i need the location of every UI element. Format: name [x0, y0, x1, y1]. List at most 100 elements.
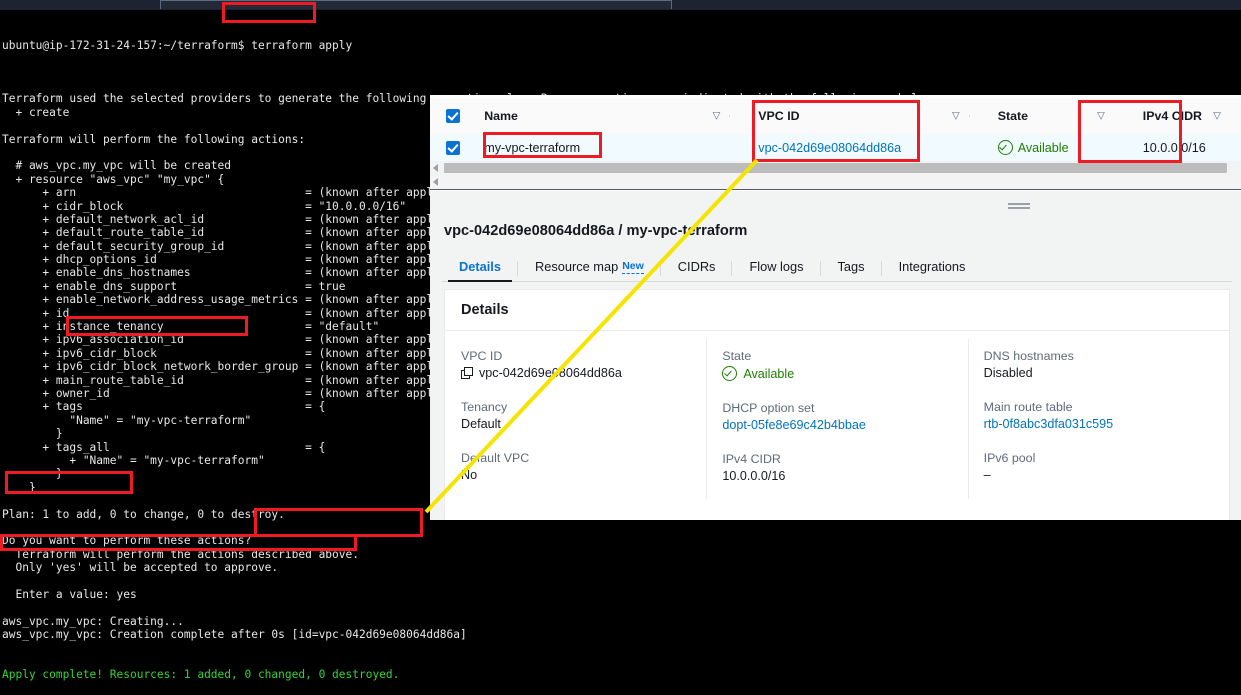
tab-details[interactable]: Details [442, 259, 518, 282]
cell-ipv4-cidr-value: 10.0.0.0/16 [1142, 140, 1206, 155]
cell-ipv4-cidr: 10.0.0.0/16 [1125, 139, 1241, 157]
row-select-checkbox-cell[interactable] [430, 140, 476, 155]
tab-label: Flow logs [749, 259, 804, 274]
details-column-3: DNS hostnames Disabled Main route table rtb… [967, 339, 1229, 503]
tab-integrations[interactable]: Integrations [882, 259, 983, 281]
terminal-line: Do you want to perform these actions? [2, 534, 252, 548]
detail-field-value-text: No [461, 468, 478, 482]
column-header-name[interactable]: Name ▽ [476, 107, 740, 125]
details-card-title: Details [461, 302, 509, 318]
table-header-row: Name ▽ VPC ID ▽ State ▽ IPv4 CIDR ▽ [430, 98, 1241, 135]
sort-caret-icon[interactable]: ▽ [952, 111, 960, 122]
detail-field-value: Disabled [984, 366, 1229, 380]
terminal-line: Terraform will perform the actions descr… [2, 547, 359, 561]
detail-field: IPv4 CIDR 10.0.0.0/16 [722, 452, 967, 483]
column-header-state-label: State [997, 109, 1029, 123]
sort-caret-icon[interactable]: ▽ [1097, 111, 1105, 122]
tab-label: CIDRs [677, 259, 716, 274]
detail-field-value-text: 10.0.0.0/16 [722, 469, 786, 483]
tab-tags[interactable]: Tags [821, 259, 882, 281]
table-row[interactable]: my-vpc-terraform vpc-042d69e08064dd86a A… [430, 134, 1241, 161]
detail-field: DHCP option set dopt-05fe8e69c42b4bbae [722, 401, 967, 432]
column-header-state[interactable]: State ▽ [980, 107, 1125, 125]
detail-field-value-text: – [983, 468, 991, 482]
tab-new-badge: New [622, 260, 644, 274]
cell-name: my-vpc-terraform [476, 139, 740, 157]
column-header-name-label: Name [484, 109, 518, 123]
terminal-command: terraform apply [251, 38, 353, 52]
detail-field: Main route table rtb-0f8abc3dfa031c595 [984, 400, 1229, 431]
cell-vpc-id-link[interactable]: vpc-042d69e08064dd86a [758, 141, 901, 155]
column-header-vpc-id[interactable]: VPC ID ▽ [740, 107, 979, 125]
detail-field-value: – [984, 468, 1229, 482]
checkbox-checked-icon[interactable] [446, 109, 461, 123]
cell-vpc-id[interactable]: vpc-042d69e08064dd86a [740, 139, 979, 157]
terminal-line: aws_vpc.my_vpc: Creating... [2, 614, 184, 628]
detail-field-label: Tenancy [461, 400, 508, 414]
details-field-grid: VPC ID vpc-042d69e08064dd86a Tenancy Defaul… [445, 331, 1229, 503]
detail-field-label: DHCP option set [722, 401, 815, 415]
detail-field-label: IPv6 pool [983, 451, 1036, 465]
detail-field-value[interactable]: dopt-05fe8e69c42b4bbae [722, 418, 967, 432]
detail-field-label: State [722, 349, 752, 363]
detail-field: Default VPC No [461, 451, 706, 482]
tab-flow-logs[interactable]: Flow logs [732, 259, 821, 281]
checkbox-checked-icon[interactable] [446, 140, 461, 155]
aws-vpc-console[interactable]: Name ▽ VPC ID ▽ State ▽ IPv4 CIDR ▽ my-v… [430, 95, 1241, 520]
column-header-vpc-id-label: VPC ID [758, 109, 800, 123]
details-card-header: Details [445, 290, 1229, 331]
detail-field-value: Available [722, 366, 967, 381]
detail-field: Tenancy Default [461, 400, 706, 431]
detail-field-label: DNS hostnames [983, 349, 1074, 363]
detail-tabs[interactable]: Details Resource map New CIDRs Flow logs Tags… [442, 253, 1232, 282]
tab-resource-map[interactable]: Resource map New [518, 259, 661, 281]
detail-field: State Available [722, 349, 967, 381]
terminal-apply-complete: Apply complete! Resources: 1 added, 0 ch… [2, 668, 400, 682]
detail-field-value: Default [461, 417, 706, 431]
detail-field-label: IPv4 CIDR [722, 452, 781, 466]
detail-field-value-text[interactable]: rtb-0f8abc3dfa031c595 [984, 417, 1114, 431]
table-horizontal-scrollbar[interactable] [430, 161, 1241, 175]
details-column-2: State Available DHCP option set dopt-05fe8e… [706, 339, 967, 503]
copy-icon[interactable] [461, 367, 473, 379]
column-header-ipv4-cidr[interactable]: IPv4 CIDR ▽ [1125, 107, 1241, 125]
scrollbar-thumb[interactable] [444, 163, 1227, 173]
detail-field-value: 10.0.0.0/16 [722, 469, 967, 483]
pane-resize-handle[interactable] [1008, 203, 1030, 210]
tab-label: Tags [837, 259, 865, 274]
scroll-left-arrow-icon[interactable] [433, 178, 438, 186]
vpc-table[interactable]: Name ▽ VPC ID ▽ State ▽ IPv4 CIDR ▽ my-v… [430, 95, 1241, 161]
detail-field-value-text[interactable]: dopt-05fe8e69c42b4bbae [722, 418, 866, 432]
terminal-line: Enter a value: yes [2, 587, 137, 601]
cell-state-value: Available [1017, 140, 1069, 155]
cell-state: Available [980, 140, 1125, 155]
tab-label: Resource map [534, 259, 619, 274]
column-divider [968, 115, 970, 117]
detail-field-value: No [461, 468, 706, 482]
select-all-checkbox-cell[interactable] [430, 109, 476, 123]
detail-field: VPC ID vpc-042d69e08064dd86a [461, 349, 706, 380]
details-card: Details VPC ID vpc-042d69e08064dd86a Tenan… [444, 289, 1230, 520]
sort-caret-icon[interactable]: ▽ [1213, 111, 1221, 122]
detail-field-label: VPC ID [461, 349, 503, 363]
detail-field-value[interactable]: rtb-0f8abc3dfa031c595 [984, 417, 1229, 431]
status-available-icon [997, 140, 1013, 155]
detail-field-value-text: Disabled [983, 366, 1033, 380]
detail-field-value-text: Default [461, 417, 501, 431]
sort-caret-icon[interactable]: ▽ [713, 111, 721, 122]
secondary-horizontal-scrollbar[interactable] [430, 175, 1241, 190]
detail-field-label: Main route table [983, 400, 1073, 414]
tab-cidrs[interactable]: CIDRs [661, 259, 733, 281]
terminal-prompt: ubuntu@ip-172-31-24-157:~/terraform$ [2, 38, 252, 52]
scroll-left-arrow-icon[interactable] [433, 164, 438, 172]
terminal-line: Only 'yes' will be accepted to approve. [2, 561, 279, 575]
column-divider [729, 115, 731, 117]
background-window-edge [160, 0, 672, 9]
tab-label: Integrations [898, 259, 966, 274]
details-column-1: VPC ID vpc-042d69e08064dd86a Tenancy Defaul… [445, 349, 706, 503]
detail-field-value: vpc-042d69e08064dd86a [461, 366, 706, 380]
